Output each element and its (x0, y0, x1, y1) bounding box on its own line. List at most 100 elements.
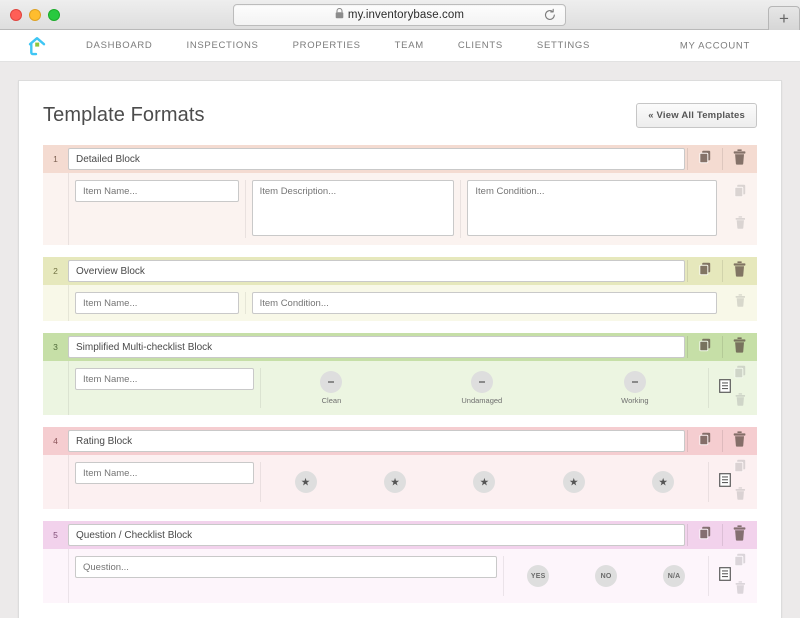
reload-icon[interactable] (543, 8, 557, 22)
field-input[interactable] (75, 368, 254, 390)
trash-icon[interactable] (733, 524, 746, 546)
field-input[interactable] (75, 556, 498, 578)
row-delete-button[interactable] (735, 581, 746, 599)
copy-icon[interactable] (698, 338, 712, 357)
field-input[interactable] (75, 180, 239, 202)
option-circle[interactable]: ★ (652, 471, 675, 493)
note-icon[interactable] (719, 472, 731, 491)
option-item[interactable]: ★ (473, 471, 496, 493)
copy-icon[interactable] (698, 526, 712, 545)
field-input[interactable] (75, 462, 254, 484)
trash-icon[interactable] (735, 581, 746, 598)
lock-icon (335, 6, 344, 24)
new-tab-button[interactable]: + (768, 6, 800, 30)
window-maximize-button[interactable] (48, 9, 60, 21)
option-item[interactable]: YES (527, 565, 550, 587)
nav-item-team[interactable]: TEAM (378, 40, 441, 51)
option-circle[interactable] (320, 371, 343, 393)
view-all-templates-button[interactable]: « View All Templates (636, 103, 757, 128)
note-icon[interactable] (719, 566, 731, 585)
block-title-input[interactable] (68, 260, 685, 282)
block-duplicate-button[interactable] (688, 521, 722, 549)
trash-icon[interactable] (733, 260, 746, 282)
option-item[interactable]: ★ (294, 471, 317, 493)
field-cell (69, 180, 246, 238)
option-circle[interactable] (470, 371, 493, 393)
copy-icon[interactable] (698, 150, 712, 169)
block-duplicate-button[interactable] (688, 145, 722, 173)
block-title-input[interactable] (68, 524, 685, 546)
option-item[interactable]: ★ (652, 471, 675, 493)
trash-icon[interactable] (733, 430, 746, 452)
block-delete-button[interactable] (723, 427, 757, 455)
trash-icon[interactable] (735, 294, 746, 311)
copy-icon[interactable] (698, 432, 712, 451)
block-title-input[interactable] (68, 336, 685, 358)
row-duplicate-button[interactable] (734, 365, 747, 384)
row-delete-button[interactable] (735, 216, 746, 234)
option-circle[interactable]: ★ (562, 471, 585, 493)
field-input[interactable] (251, 292, 717, 314)
row-note-button[interactable] (719, 472, 731, 492)
block-duplicate-button[interactable] (688, 257, 722, 285)
block-delete-button[interactable] (723, 333, 757, 361)
row-delete-button[interactable] (735, 294, 746, 312)
trash-icon[interactable] (735, 393, 746, 410)
option-item[interactable]: Working (621, 371, 649, 405)
nav-item-inspections[interactable]: INSPECTIONS (169, 40, 275, 51)
nav-item-clients[interactable]: CLIENTS (441, 40, 520, 51)
option-item[interactable]: ★ (562, 471, 585, 493)
nav-item-dashboard[interactable]: DASHBOARD (69, 40, 169, 51)
copy-icon[interactable] (734, 553, 747, 571)
copy-icon[interactable] (734, 459, 747, 477)
block-delete-button[interactable] (723, 521, 757, 549)
trash-icon[interactable] (733, 336, 746, 358)
option-circle[interactable]: ★ (294, 471, 317, 493)
window-close-button[interactable] (10, 9, 22, 21)
option-circle[interactable]: ★ (384, 471, 407, 493)
option-circle[interactable]: YES (527, 565, 550, 587)
trash-icon[interactable] (735, 216, 746, 233)
row-duplicate-button[interactable] (734, 459, 747, 478)
copy-icon[interactable] (734, 365, 747, 383)
row-duplicate-button[interactable] (734, 553, 747, 572)
option-item[interactable]: N/A (663, 565, 686, 587)
window-minimize-button[interactable] (29, 9, 41, 21)
field-textarea[interactable] (467, 180, 717, 236)
row-note-button[interactable] (719, 378, 731, 398)
block-body: YES NO N/A (43, 549, 757, 603)
option-item[interactable]: ★ (384, 471, 407, 493)
nav-item-my-account[interactable]: MY ACCOUNT (680, 40, 750, 51)
field-textarea[interactable] (251, 180, 455, 236)
field-cell (69, 292, 246, 314)
row-duplicate-button[interactable] (733, 184, 747, 203)
row-delete-button[interactable] (735, 393, 746, 411)
field-input[interactable] (75, 292, 239, 314)
block-delete-button[interactable] (723, 257, 757, 285)
option-item[interactable]: Clean (320, 371, 343, 405)
note-icon[interactable] (719, 378, 731, 397)
block-title-input[interactable] (68, 148, 685, 170)
block-title-input[interactable] (68, 430, 685, 452)
block-duplicate-button[interactable] (688, 427, 722, 455)
block-number: 4 (53, 436, 58, 446)
option-item[interactable]: NO (595, 565, 618, 587)
inventorybase-house-logo-icon[interactable] (27, 35, 47, 57)
block-duplicate-button[interactable] (688, 333, 722, 361)
copy-icon[interactable] (733, 184, 747, 202)
copy-icon[interactable] (698, 262, 712, 281)
site-navigation-bar: DASHBOARD INSPECTIONS PROPERTIES TEAM CL… (0, 30, 800, 62)
trash-icon[interactable] (735, 487, 746, 504)
address-bar[interactable]: my.inventorybase.com (233, 4, 566, 26)
option-item[interactable]: Undamaged (461, 371, 502, 405)
option-circle[interactable]: ★ (473, 471, 496, 493)
nav-item-settings[interactable]: SETTINGS (520, 40, 607, 51)
trash-icon[interactable] (733, 148, 746, 170)
nav-item-properties[interactable]: PROPERTIES (276, 40, 378, 51)
block-delete-button[interactable] (723, 145, 757, 173)
row-delete-button[interactable] (735, 487, 746, 505)
option-circle[interactable] (623, 371, 646, 393)
row-note-button[interactable] (719, 566, 731, 586)
option-circle[interactable]: N/A (663, 565, 686, 587)
option-circle[interactable]: NO (595, 565, 618, 587)
